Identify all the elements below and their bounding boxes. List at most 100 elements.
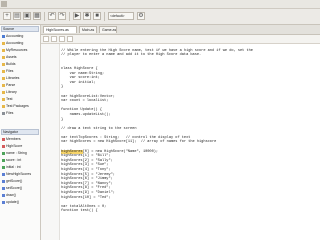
code-text: var initial; [61,80,96,85]
code-text: highScores[3] = "Sue"; [61,163,109,168]
folder-icon [2,83,5,87]
navigator-tree-item[interactable]: Members [2,136,38,142]
project-tree-label: Test [6,97,13,101]
navigator-tree-item[interactable]: initial : int [2,164,38,170]
settings-icon[interactable]: ⚙ [137,12,145,20]
navigator-tree-label: update() [6,200,20,204]
navigator-tree-label: getScore() [6,179,23,183]
navigator-tree-label: name : String [6,151,27,155]
project-tree-item[interactable]: Files [2,68,38,74]
folder-icon [2,76,5,80]
folder-icon [2,55,5,59]
code-text: var count = localList; [61,99,109,104]
navigator-tree-item[interactable]: getScore() [2,178,38,184]
navigator-tree-item[interactable]: update() [2,199,38,205]
editor-toolbar [41,35,320,44]
tab-game[interactable]: Game.as [99,26,117,33]
code-editor: HighScores.as Main.as Game.as 12// While… [41,25,320,240]
project-tree-item[interactable]: Builds [2,61,38,67]
project-tree-label: MyResources [6,48,28,52]
toolbar-separator [104,12,105,21]
project-tree-item[interactable]: Library [2,89,38,95]
code-line[interactable]: 37function test() { [61,209,320,214]
project-tree-label: Files [6,69,14,73]
navigator-tree-item[interactable]: HighScore [2,143,38,149]
project-tree-item[interactable]: Parse [2,82,38,88]
code-text: function Update() { [61,108,102,113]
code-text: highScores[6] = "Jimmy"; [61,177,113,182]
code-text: var highScores = new HighScore[11]; // a… [61,140,217,145]
left-panel: Source Accounting Accounting MyResources As… [0,25,41,240]
navigator-tree-item[interactable]: NewHighScores [2,171,38,177]
project-tree-item[interactable]: MyResources [2,47,38,53]
file-icon [2,111,5,115]
method-icon [2,172,5,176]
project-tree-label: Accounting [6,34,24,38]
toolbar-select[interactable]: <default> [108,12,134,20]
navigator-tree-label: HighScore [6,144,23,148]
code-text: class HighScore { [61,66,98,71]
debug-icon[interactable]: ✱ [83,12,91,20]
forward-icon[interactable] [51,36,57,42]
project-tree-item[interactable]: Accounting [2,40,38,46]
toolbar-separator [44,12,45,21]
save-icon[interactable]: ▣ [23,12,31,20]
toolbar-separator [69,12,70,21]
project-tree-item[interactable]: Assets [2,54,38,60]
project-tree-label: Parse [6,83,16,87]
project-tree-item[interactable]: Test Packages [2,103,38,109]
navigator-tree-label: NewHighScores [6,172,32,176]
project-tree-item[interactable]: Accounting [2,33,38,39]
run-icon[interactable]: ▶ [73,12,81,20]
navigator-tree-item[interactable]: name : String [2,150,38,156]
project-tree-label: Library [6,90,17,94]
method-icon [2,200,5,204]
navigator-tree-label: Members [6,137,21,141]
navigator-tree-label: score : int [6,158,22,162]
code-text: var name:String; [61,71,105,76]
code-text: names.updateList(); [61,112,111,117]
method-icon [2,186,5,190]
code-text: } [61,85,64,90]
save-all-icon[interactable]: ▦ [33,12,41,20]
field-icon [2,165,5,169]
navigator-tree-item[interactable]: setScore() [2,185,38,191]
window-menu-icon[interactable] [1,1,7,7]
project-tree-item[interactable]: Test [2,96,38,102]
project-tree-item[interactable]: Libraries [2,75,38,81]
code-text: highScores[1] = "Bill"; [61,154,111,159]
folder-icon [2,69,5,73]
folder-icon [2,97,5,101]
folder-icon [2,48,5,52]
toolbar: + ▤ ▣ ▦ ↶ ↷ ▶ ✱ ■ <default> ⚙ [0,9,320,25]
field-icon [2,158,5,162]
tab-source[interactable]: Source [1,26,39,32]
code-text: // While entering the High Score name, t… [61,48,253,53]
code-area[interactable]: 12// While entering the High Score name,… [61,44,320,240]
tab-main[interactable]: Main.as [79,26,97,33]
find-icon[interactable] [59,36,65,42]
navigator-tree-item[interactable]: draw() [2,192,38,198]
undo-icon[interactable]: ↶ [48,12,56,20]
navigator-tree-label: setScore() [6,186,23,190]
navigator-tree-item[interactable]: score : int [2,157,38,163]
new-file-icon[interactable]: + [3,12,11,20]
format-icon[interactable] [67,36,73,42]
code-text: var score:int; [61,76,100,81]
project-tree-label: Assets [6,55,17,59]
code-text: // player to enter a name and add it to … [61,53,202,58]
back-icon[interactable] [43,36,49,42]
project-tree-item[interactable]: Files [2,110,38,116]
navigator-tree-label: draw() [6,193,16,197]
code-text: // draw a text string to the screen [61,126,137,131]
code-text: function test() { [61,209,98,214]
stop-icon[interactable]: ■ [93,12,101,20]
folder-icon [2,90,5,94]
redo-icon[interactable]: ↷ [58,12,66,20]
project-icon [2,34,5,38]
tab-navigator[interactable]: Navigator [1,129,39,135]
project-tree-label: Test Packages [6,104,29,108]
editor-tabs: HighScores.as Main.as Game.as [41,25,320,35]
open-icon[interactable]: ▤ [13,12,21,20]
tab-highscores[interactable]: HighScores.as [43,26,77,33]
